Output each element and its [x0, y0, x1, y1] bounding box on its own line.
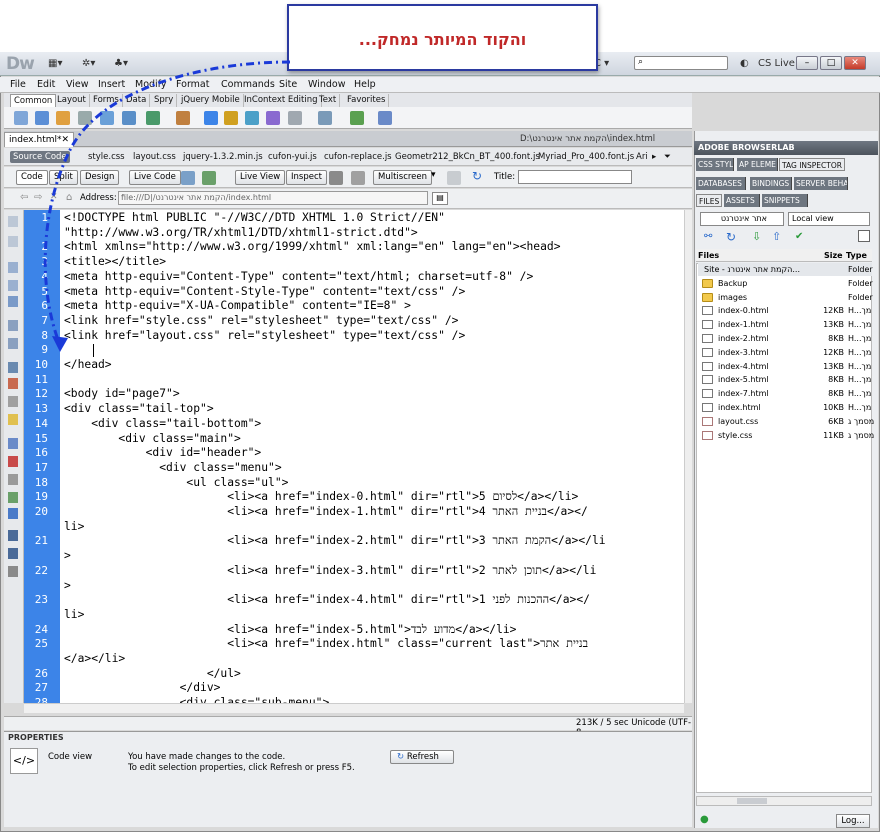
callout-arrow [43, 60, 291, 352]
